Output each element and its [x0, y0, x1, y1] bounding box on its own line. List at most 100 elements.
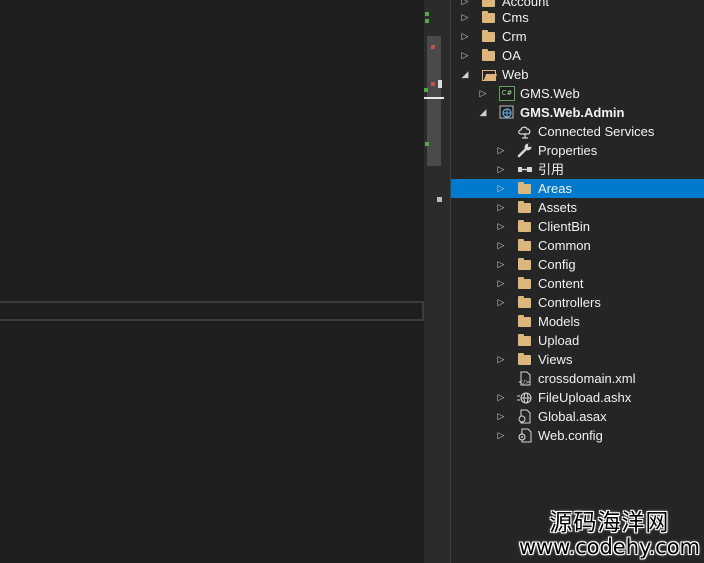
tree-item-label: Config: [538, 257, 576, 272]
tree-item-label: Properties: [538, 143, 598, 158]
editor-find-box[interactable]: [0, 301, 424, 321]
tree-item-label: Views: [538, 352, 573, 367]
tree-item-connected-services[interactable]: Connected Services: [451, 122, 704, 141]
tree-item-properties[interactable]: ▷ Properties: [451, 141, 704, 160]
folder-icon: [517, 314, 533, 329]
ashx-file-icon: [517, 390, 533, 405]
expand-arrow-icon[interactable]: ▷: [495, 407, 507, 426]
scrollbar-error-marker: [431, 45, 435, 49]
tree-item-areas[interactable]: ▷ Areas: [451, 179, 704, 198]
scrollbar-change-marker: [425, 12, 429, 16]
svg-text:</>: </>: [518, 379, 530, 386]
tree-item-gms-web[interactable]: ▷ C# GMS.Web: [451, 84, 704, 103]
scrollbar-thumb[interactable]: [427, 36, 441, 166]
tree-item-label: Controllers: [538, 295, 601, 310]
tree-item-common[interactable]: ▷ Common: [451, 236, 704, 255]
tree-item-gms-web-admin[interactable]: ◢ GMS.Web.Admin: [451, 103, 704, 122]
folder-icon: [517, 276, 533, 291]
folder-icon: [481, 29, 497, 44]
tree-item-assets[interactable]: ▷ Assets: [451, 198, 704, 217]
tree-item-label: Content: [538, 276, 584, 291]
expand-arrow-icon[interactable]: ▷: [495, 388, 507, 407]
tree-item-crossdomain-xml[interactable]: </> crossdomain.xml: [451, 369, 704, 388]
tree-item-models[interactable]: Models: [451, 312, 704, 331]
tree-item-controllers[interactable]: ▷ Controllers: [451, 293, 704, 312]
folder-icon: [517, 200, 533, 215]
scrollbar-position-marker: [438, 80, 442, 88]
expand-arrow-icon[interactable]: ▷: [495, 141, 507, 160]
folder-open-icon: [481, 67, 497, 82]
folder-icon: [517, 219, 533, 234]
tree-item-upload[interactable]: Upload: [451, 331, 704, 350]
folder-icon: [517, 238, 533, 253]
config-file-icon: [517, 428, 533, 443]
scrollbar-change-marker: [425, 19, 429, 23]
expand-arrow-icon[interactable]: ▷: [495, 236, 507, 255]
tree-item-global-asax[interactable]: ▷ Global.asax: [451, 407, 704, 426]
tree-item-label: 引用: [538, 162, 565, 177]
scrollbar-change-marker: [424, 88, 428, 92]
watermark: 源码海洋网 www.codehy.com: [519, 510, 700, 558]
expand-arrow-icon[interactable]: ▷: [495, 179, 507, 198]
code-editor[interactable]: [0, 0, 424, 563]
expand-arrow-icon[interactable]: ▷: [495, 217, 507, 236]
tree-item-label: Cms: [502, 10, 529, 25]
scrollbar-change-marker: [425, 142, 429, 146]
expand-arrow-icon[interactable]: ▷: [495, 293, 507, 312]
wrench-icon: [517, 143, 533, 158]
tree-item-label: Assets: [538, 200, 578, 215]
expand-arrow-icon[interactable]: ▷: [495, 160, 507, 179]
expand-arrow-icon[interactable]: ▷: [495, 274, 507, 293]
tree-item-label: Upload: [538, 333, 580, 348]
tree-item-clientbin[interactable]: ▷ ClientBin: [451, 217, 704, 236]
scrollbar-error-marker: [431, 82, 435, 86]
tree-item-label: Crm: [502, 29, 527, 44]
expand-arrow-icon[interactable]: ▷: [495, 198, 507, 217]
collapse-arrow-icon[interactable]: ◢: [477, 103, 489, 122]
tree-item-references[interactable]: ▷ 引用: [451, 160, 704, 179]
expand-arrow-icon[interactable]: ▷: [459, 46, 471, 65]
expand-arrow-icon[interactable]: ▷: [459, 27, 471, 46]
tree-item-content[interactable]: ▷ Content: [451, 274, 704, 293]
tree-item-label: ClientBin: [538, 219, 591, 234]
tree-item-label: FileUpload.ashx: [538, 390, 632, 405]
watermark-title: 源码海洋网: [549, 510, 670, 536]
tree-item-oa[interactable]: ▷ OA: [451, 46, 704, 65]
tree-item-label: Global.asax: [538, 409, 607, 424]
solution-explorer: ▷ Account ▷ Cms ▷ Crm ▷ OA ◢ Web ▷ C# GM…: [451, 0, 704, 563]
web-project-icon: [499, 105, 515, 120]
folder-icon: [481, 48, 497, 63]
xml-file-icon: </>: [517, 371, 533, 386]
collapse-arrow-icon[interactable]: ◢: [459, 65, 471, 84]
folder-icon: [517, 333, 533, 348]
tree-item-crm[interactable]: ▷ Crm: [451, 27, 704, 46]
scrollbar-caret-marker: [424, 97, 444, 99]
tree-item-label: Models: [538, 314, 580, 329]
tree-item-web-config[interactable]: ▷ Web.config: [451, 426, 704, 445]
expand-arrow-icon[interactable]: ▷: [495, 426, 507, 445]
connected-services-icon: [517, 124, 533, 139]
tree-item-fileupload-ashx[interactable]: ▷ FileUpload.ashx: [451, 388, 704, 407]
tree-item-label: Areas: [538, 181, 572, 196]
expand-arrow-icon[interactable]: ▷: [477, 84, 489, 103]
folder-icon: [517, 295, 533, 310]
tree-item-label: Web: [502, 67, 529, 82]
tree-item-config[interactable]: ▷ Config: [451, 255, 704, 274]
expand-arrow-icon[interactable]: ▷: [495, 350, 507, 369]
tree-item-web[interactable]: ◢ Web: [451, 65, 704, 84]
folder-icon: [517, 257, 533, 272]
tree-item-views[interactable]: ▷ Views: [451, 350, 704, 369]
folder-icon: [481, 10, 497, 25]
csharp-project-icon: C#: [499, 86, 515, 101]
tree-item-label: GMS.Web.Admin: [520, 105, 625, 120]
references-icon: [517, 162, 533, 177]
expand-arrow-icon[interactable]: ▷: [459, 8, 471, 27]
folder-icon: [517, 181, 533, 196]
folder-icon: [517, 352, 533, 367]
watermark-url: www.codehy.com: [518, 535, 700, 559]
tree-item-cms[interactable]: ▷ Cms: [451, 8, 704, 27]
expand-arrow-icon[interactable]: ▷: [495, 255, 507, 274]
scrollbar-marker: [437, 197, 442, 202]
tree-item-label: GMS.Web: [520, 86, 580, 101]
tree-item-label: Common: [538, 238, 591, 253]
